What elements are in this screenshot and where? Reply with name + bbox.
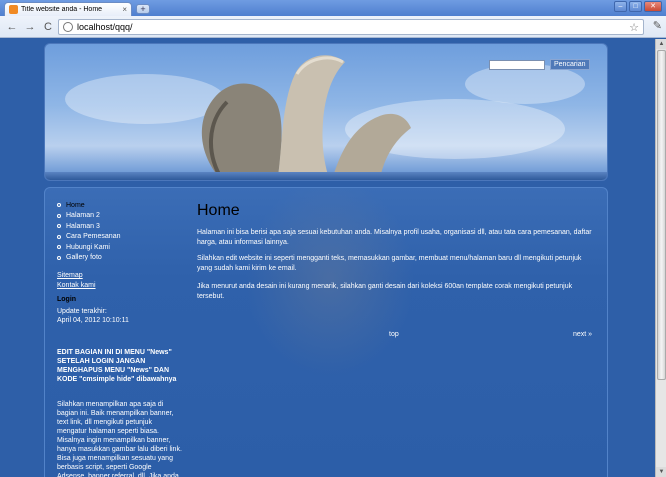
- bullet-icon: [57, 245, 61, 250]
- minimize-button[interactable]: –: [614, 1, 627, 12]
- update-time: April 04, 2012 10:10:11: [57, 317, 129, 324]
- main-paragraph-3: Jika menurut anda desain ini kurang mena…: [197, 283, 573, 300]
- content-panel: Home Halaman 2 Halaman 3 Cara Pemesanan …: [44, 187, 608, 477]
- sidebar-edit-note: EDIT BAGIAN INI DI MENU "News" SETELAH L…: [57, 349, 177, 383]
- globe-icon: [63, 22, 73, 32]
- main-paragraph-1: Halaman ini bisa berisi apa saja sesuai …: [197, 229, 592, 246]
- sidebar-paragraph: Silahkan menampilkan apa saja di bagian …: [57, 401, 182, 477]
- maximize-button[interactable]: □: [629, 1, 642, 12]
- address-bar[interactable]: localhost/qqq/ ☆: [58, 19, 644, 35]
- browser-tab[interactable]: Title website anda - Home ×: [4, 2, 132, 16]
- update-label: Update terakhir:: [57, 308, 107, 315]
- login-link[interactable]: Login: [57, 296, 76, 303]
- sidebar-links: Sitemap Kontak kami: [57, 272, 96, 292]
- page-title: Home: [197, 202, 240, 219]
- new-tab-button[interactable]: +: [136, 4, 150, 14]
- last-update: Update terakhir: April 04, 2012 10:10:11: [57, 307, 187, 325]
- sitemap-link[interactable]: Sitemap: [57, 272, 96, 282]
- sidebar-item-halaman-2[interactable]: Halaman 2: [57, 211, 120, 222]
- bookmark-star-icon[interactable]: ☆: [629, 21, 639, 34]
- bullet-icon: [57, 213, 61, 218]
- vertical-scrollbar[interactable]: ▲ ▼: [655, 39, 666, 477]
- scroll-up-icon[interactable]: ▲: [656, 39, 666, 49]
- scroll-down-icon[interactable]: ▼: [656, 467, 666, 477]
- bullet-icon: [57, 224, 61, 229]
- browser-toolbar: ← → C localhost/qqq/ ☆ ✎: [0, 16, 666, 38]
- wrench-menu-icon[interactable]: ✎: [653, 19, 662, 32]
- url-text[interactable]: localhost/qqq/: [77, 22, 629, 32]
- tab-title: Title website anda - Home: [21, 6, 103, 13]
- forward-button[interactable]: →: [22, 19, 38, 35]
- bullet-icon: [57, 203, 61, 208]
- close-window-button[interactable]: ✕: [644, 1, 662, 12]
- sidebar-item-home[interactable]: Home: [57, 200, 120, 211]
- browser-titlebar: Title website anda - Home × + – □ ✕: [0, 0, 666, 16]
- scroll-thumb[interactable]: [657, 50, 666, 380]
- sidebar-menu: Home Halaman 2 Halaman 3 Cara Pemesanan …: [57, 200, 120, 263]
- sidebar-item-halaman-3[interactable]: Halaman 3: [57, 221, 120, 232]
- header-band: [45, 172, 607, 180]
- page-viewport: Pencarian Home Halaman 2 Halaman 3 Cara …: [0, 39, 655, 477]
- header-banner: Pencarian: [44, 43, 608, 181]
- top-link[interactable]: top: [389, 331, 399, 338]
- tab-close-icon[interactable]: ×: [122, 5, 127, 14]
- reload-button[interactable]: C: [40, 19, 56, 35]
- sidebar-item-hubungi-kami[interactable]: Hubungi Kami: [57, 242, 120, 253]
- window-controls: – □ ✕: [614, 1, 662, 12]
- back-button[interactable]: ←: [4, 19, 20, 35]
- favicon-icon: [9, 5, 18, 14]
- sidebar-item-gallery-foto[interactable]: Gallery foto: [57, 253, 120, 264]
- main-paragraph-2: Silahkan edit website ini seperti mengga…: [197, 255, 582, 272]
- kontak-kami-link[interactable]: Kontak kami: [57, 282, 96, 292]
- next-link[interactable]: next »: [573, 331, 592, 338]
- search-input[interactable]: [489, 60, 545, 70]
- bullet-icon: [57, 255, 61, 260]
- sidebar-item-cara-pemesanan[interactable]: Cara Pemesanan: [57, 232, 120, 243]
- search-button[interactable]: Pencarian: [550, 59, 590, 70]
- bullet-icon: [57, 234, 61, 239]
